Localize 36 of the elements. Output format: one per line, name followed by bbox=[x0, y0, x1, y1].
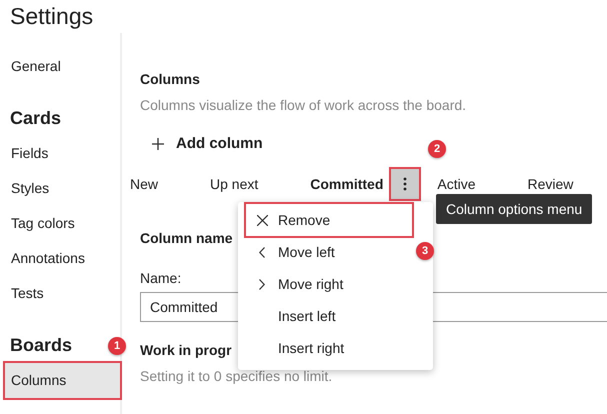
sidebar-item[interactable]: Tests bbox=[5, 276, 120, 311]
column-tab[interactable]: New bbox=[130, 176, 158, 192]
sidebar-item[interactable]: Fields bbox=[5, 136, 120, 171]
menu-item[interactable]: Remove bbox=[246, 204, 412, 236]
tooltip: Column options menu bbox=[436, 194, 592, 224]
column-tab[interactable]: Active bbox=[437, 176, 476, 192]
section-description: Setting it to 0 specifies no limit. bbox=[140, 368, 332, 384]
sidebar-item[interactable]: Tag colors bbox=[5, 206, 120, 241]
plus-icon bbox=[152, 138, 164, 150]
sidebar-item[interactable]: Columns bbox=[5, 363, 120, 398]
sidebar-item[interactable]: Annotations bbox=[5, 241, 120, 276]
column-tab[interactable]: Up next bbox=[210, 176, 258, 192]
add-column-button[interactable]: Add column bbox=[152, 129, 263, 158]
menu-item[interactable]: Move right bbox=[246, 268, 412, 300]
step-badge: 2 bbox=[428, 140, 446, 158]
section-heading: Columns bbox=[140, 71, 200, 87]
menu-item[interactable]: Insert left bbox=[246, 300, 412, 332]
sidebar-heading: Cards bbox=[10, 108, 62, 128]
field-label: Name: bbox=[140, 270, 182, 286]
close-icon bbox=[256, 214, 268, 226]
menu-item[interactable]: Move left bbox=[246, 236, 412, 268]
more-icon bbox=[403, 177, 408, 191]
chevron-right-icon bbox=[259, 278, 265, 290]
sidebar-heading: Boards bbox=[10, 335, 72, 355]
sidebar-item[interactable]: General bbox=[5, 49, 120, 84]
more-options-button[interactable] bbox=[391, 169, 420, 199]
sidebar-item[interactable]: Styles bbox=[5, 171, 120, 206]
step-badge: 1 bbox=[108, 337, 126, 355]
chevron-left-icon bbox=[259, 246, 265, 258]
section-description: Columns visualize the flow of work across the board. bbox=[140, 97, 466, 113]
page-title: Settings bbox=[9, 2, 94, 31]
section-heading: Work in progr bbox=[140, 342, 232, 358]
column-tab[interactable]: Committed bbox=[310, 176, 384, 192]
column-tab[interactable]: Review bbox=[528, 176, 574, 192]
section-heading: Column name bbox=[140, 230, 233, 246]
menu-item[interactable]: Insert right bbox=[246, 332, 412, 364]
